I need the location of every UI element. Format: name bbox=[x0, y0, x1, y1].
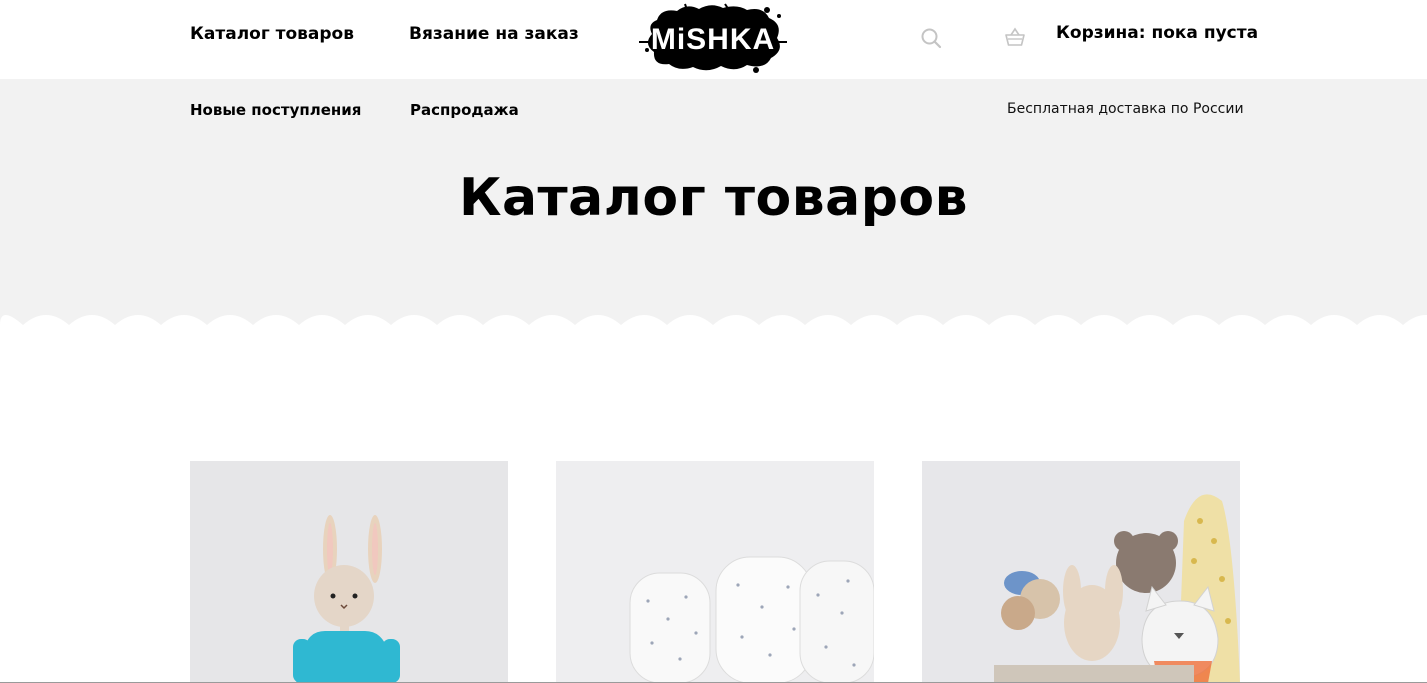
site-logo[interactable]: MiSHKA bbox=[637, 2, 789, 74]
search-icon bbox=[921, 28, 942, 49]
cart-link[interactable]: Корзина: пока пуста bbox=[1056, 23, 1258, 43]
subnav-sale-link[interactable]: Распродажа bbox=[410, 101, 519, 119]
product-image-plush-toys bbox=[922, 461, 1240, 683]
subnav-new-arrivals-link[interactable]: Новые поступления bbox=[190, 101, 361, 119]
product-card[interactable] bbox=[556, 461, 874, 683]
nav-knit-to-order-link[interactable]: Вязание на заказ bbox=[409, 24, 579, 44]
delivery-info: Бесплатная доставка по России bbox=[1007, 101, 1244, 117]
product-card[interactable] bbox=[922, 461, 1240, 683]
basket-button[interactable] bbox=[1004, 26, 1026, 48]
basket-icon bbox=[1005, 27, 1025, 46]
page-title: Каталог товаров bbox=[458, 168, 969, 228]
logo-splat-icon: MiSHKA bbox=[639, 3, 787, 73]
product-card[interactable] bbox=[190, 461, 508, 683]
search-button[interactable] bbox=[920, 27, 942, 49]
product-image-bunny bbox=[190, 461, 508, 683]
wave-divider bbox=[0, 315, 1427, 331]
logo-text: MiSHKA bbox=[651, 23, 775, 56]
site-header: Каталог товаров Вязание на заказ MiSHKA bbox=[0, 0, 1427, 79]
product-image-blankets bbox=[556, 461, 874, 683]
nav-catalog-link[interactable]: Каталог товаров bbox=[190, 24, 354, 44]
